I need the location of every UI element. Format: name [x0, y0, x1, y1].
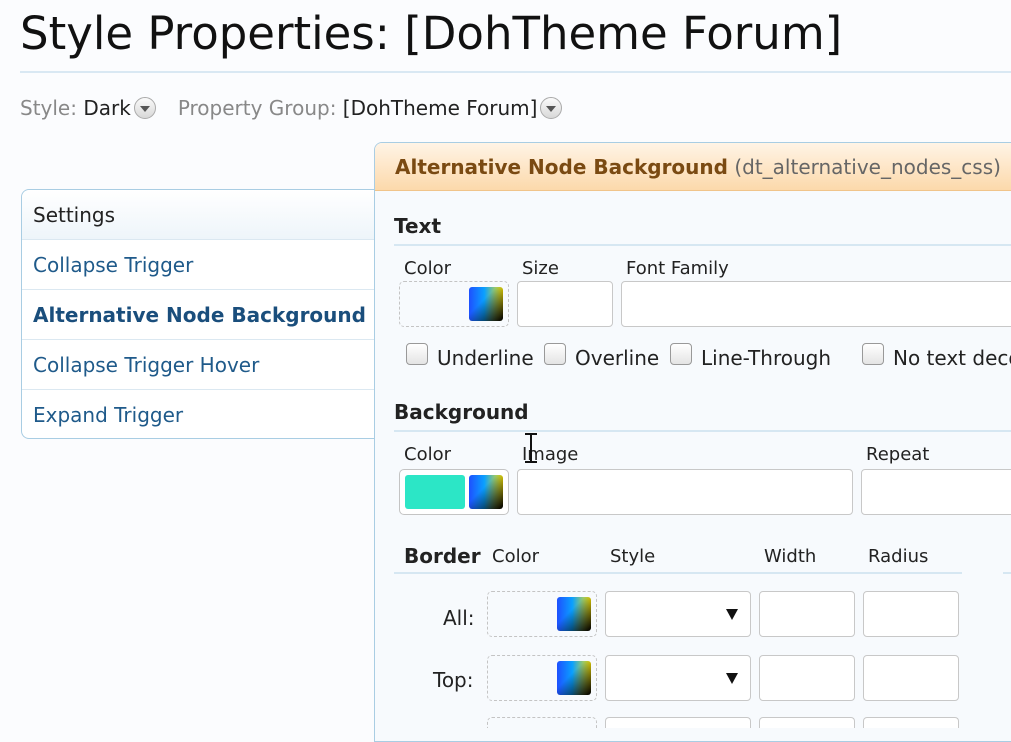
border-section-title: Border: [404, 544, 481, 568]
border-top-label: Top:: [433, 668, 474, 692]
background-repeat-label: Repeat: [866, 444, 930, 465]
property-panel: [374, 142, 1011, 742]
title-divider: [20, 71, 1011, 73]
no-text-decoration-label: No text deco: [893, 346, 1011, 370]
border-next-color-field[interactable]: [487, 717, 597, 728]
border-width-column: Width: [764, 546, 817, 567]
selector-bar: Style: Dark Property Group: [DohTheme Fo…: [20, 94, 563, 122]
property-group-label: Property Group:: [177, 96, 337, 120]
border-radius-column: Radius: [868, 546, 929, 567]
background-section-divider: [394, 430, 1011, 432]
property-group-value[interactable]: [DohTheme Forum]: [343, 96, 538, 120]
text-size-label: Size: [522, 258, 559, 279]
border-style-column: Style: [610, 546, 656, 567]
text-section-divider: [394, 244, 1011, 246]
border-top-width-input[interactable]: [759, 655, 855, 701]
border-color-column: Color: [492, 546, 539, 567]
border-all-width-input[interactable]: [759, 591, 855, 637]
font-family-label: Font Family: [626, 258, 729, 279]
style-value[interactable]: Dark: [83, 96, 130, 120]
border-all-label: All:: [443, 606, 475, 630]
text-section-title: Text: [394, 214, 442, 238]
line-through-checkbox[interactable]: [670, 343, 692, 365]
property-group-dropdown-icon[interactable]: [540, 97, 563, 119]
style-dropdown-icon[interactable]: [133, 97, 156, 119]
overline-checkbox[interactable]: [544, 343, 566, 365]
line-through-label: Line-Through: [701, 346, 832, 370]
text-color-label: Color: [404, 258, 451, 279]
style-label: Style:: [20, 96, 77, 120]
underline-label: Underline: [437, 346, 534, 370]
panel-property-key: (dt_alternative_nodes_css): [734, 155, 1001, 179]
border-top-style-select[interactable]: [605, 655, 751, 701]
sidebar-item-collapse-trigger-hover[interactable]: Collapse Trigger Hover: [22, 340, 382, 390]
property-sidebar: Settings Collapse Trigger Alternative No…: [21, 189, 382, 440]
background-color-label: Color: [404, 444, 451, 465]
border-all-style-select[interactable]: [605, 591, 751, 637]
chevron-down-icon: [726, 609, 738, 620]
text-cursor-icon: [525, 433, 537, 463]
background-color-swatch[interactable]: [405, 475, 465, 509]
underline-checkbox[interactable]: [406, 343, 428, 365]
chevron-down-icon: [726, 673, 738, 684]
text-size-input[interactable]: [517, 281, 613, 327]
border-top-radius-input[interactable]: [863, 655, 959, 701]
sidebar-item-expand-trigger[interactable]: Expand Trigger: [22, 390, 382, 440]
text-color-picker-icon[interactable]: [469, 287, 503, 321]
border-all-color-picker-icon[interactable]: [557, 597, 591, 631]
border-next-style-select[interactable]: [605, 717, 751, 728]
border-top-color-picker-icon[interactable]: [557, 661, 591, 695]
background-repeat-select[interactable]: [861, 469, 1011, 515]
border-section-divider-right: [1003, 572, 1011, 574]
panel-title: Alternative Node Background: [395, 155, 728, 179]
sidebar-item-collapse-trigger[interactable]: Collapse Trigger: [22, 240, 382, 290]
background-image-input[interactable]: [517, 469, 853, 515]
border-section-divider: [394, 572, 962, 574]
border-next-radius-input[interactable]: [863, 717, 959, 728]
no-text-decoration-checkbox[interactable]: [862, 343, 884, 365]
sidebar-item-alternative-node-background[interactable]: Alternative Node Background: [22, 290, 382, 340]
overline-label: Overline: [575, 346, 660, 370]
panel-header: Alternative Node Background (dt_alternat…: [375, 143, 1011, 191]
page-title: Style Properties: [DohTheme Forum]: [20, 7, 843, 60]
border-all-radius-input[interactable]: [863, 591, 959, 637]
background-section-title: Background: [394, 400, 529, 424]
font-family-input[interactable]: [621, 281, 1011, 327]
border-next-width-input[interactable]: [759, 717, 855, 728]
background-color-picker-icon[interactable]: [469, 475, 503, 509]
sidebar-header-settings: Settings: [22, 190, 382, 240]
